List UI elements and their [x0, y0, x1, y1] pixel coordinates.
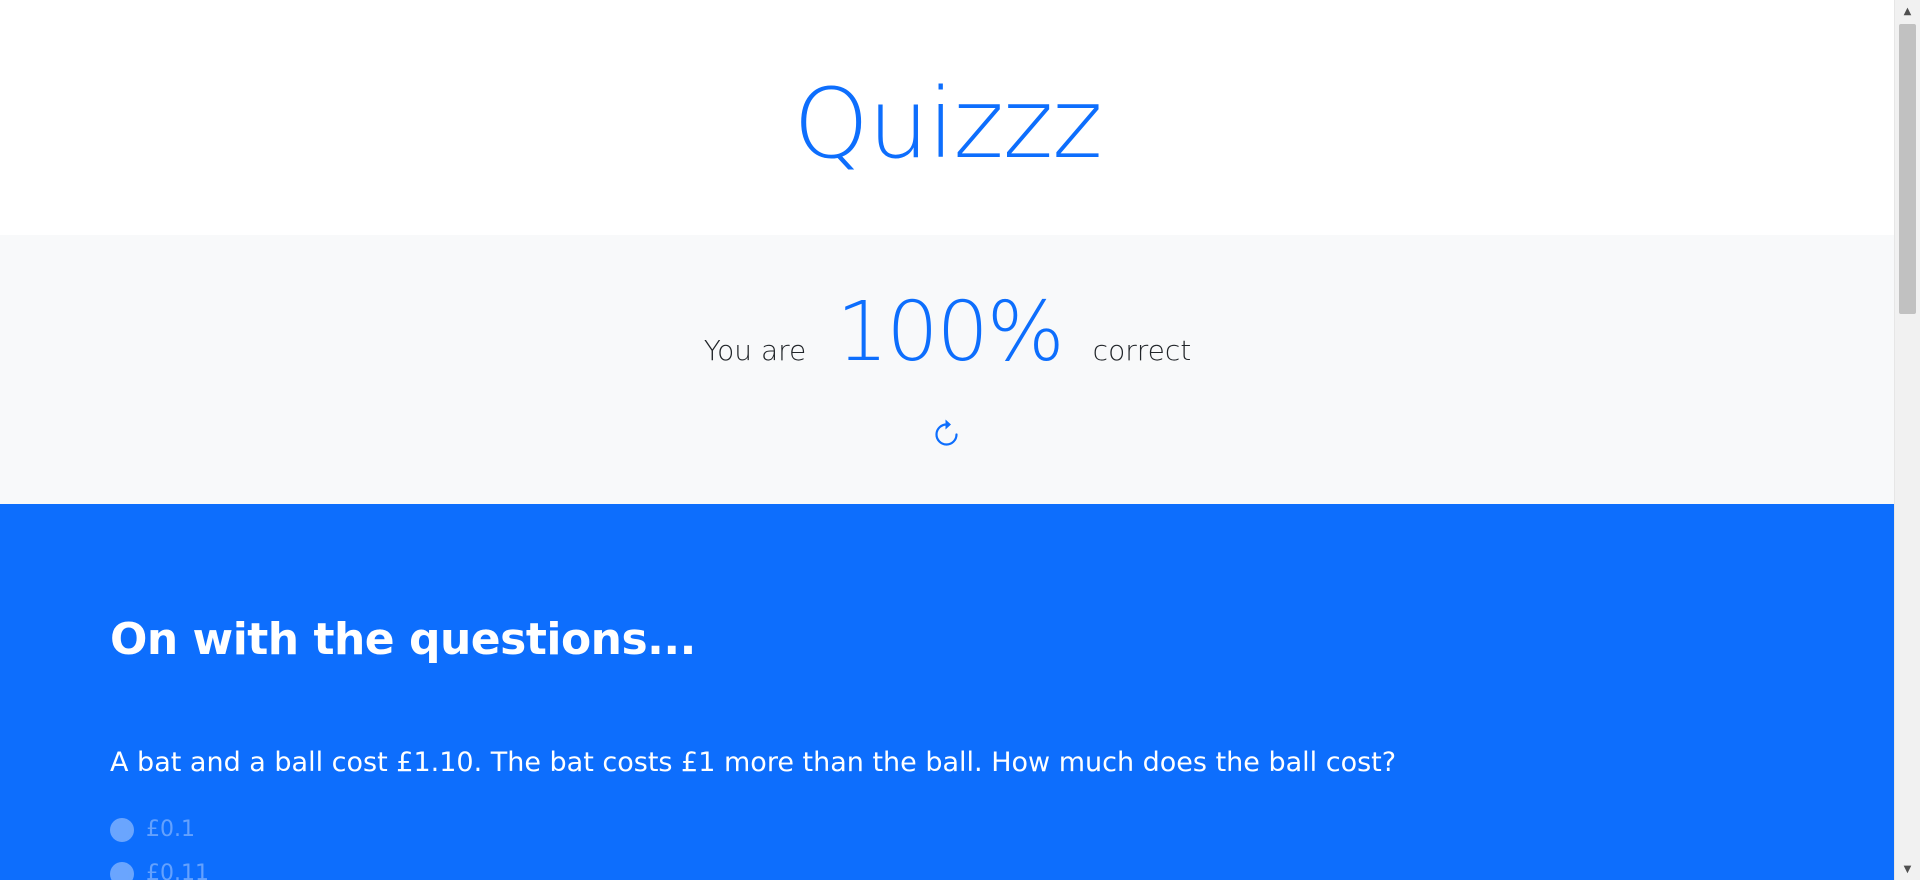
answer-label: £0.1 — [146, 817, 195, 842]
radio-button[interactable] — [110, 861, 134, 880]
scroll-down-arrow-icon[interactable]: ▼ — [1895, 858, 1920, 880]
answer-option[interactable]: £0.11 — [110, 861, 209, 880]
score-line: You are 100% correct — [0, 285, 1895, 380]
answer-label: £0.11 — [146, 861, 209, 880]
header: Quizzz — [0, 0, 1895, 235]
questions-section: On with the questions... A bat and a bal… — [0, 504, 1895, 880]
retry-button[interactable] — [929, 414, 965, 450]
app-title: Quizzz — [793, 67, 1102, 180]
scroll-thumb[interactable] — [1899, 24, 1916, 314]
section-heading: On with the questions... — [110, 614, 696, 665]
scroll-up-arrow-icon[interactable]: ▲ — [1895, 0, 1920, 22]
score-prefix: You are — [703, 334, 807, 367]
score-suffix: correct — [1092, 334, 1192, 367]
page: Quizzz You are 100% correct On with the … — [0, 0, 1920, 880]
score-section: You are 100% correct — [0, 235, 1895, 504]
refresh-icon — [932, 415, 962, 450]
vertical-scrollbar[interactable]: ▲ ▼ — [1894, 0, 1920, 880]
question-text: A bat and a ball cost £1.10. The bat cos… — [110, 747, 1397, 778]
content: Quizzz You are 100% correct On with the … — [0, 0, 1895, 880]
radio-button[interactable] — [110, 817, 134, 842]
answer-option[interactable]: £0.1 — [110, 817, 195, 842]
score-value: 100% — [836, 285, 1064, 380]
